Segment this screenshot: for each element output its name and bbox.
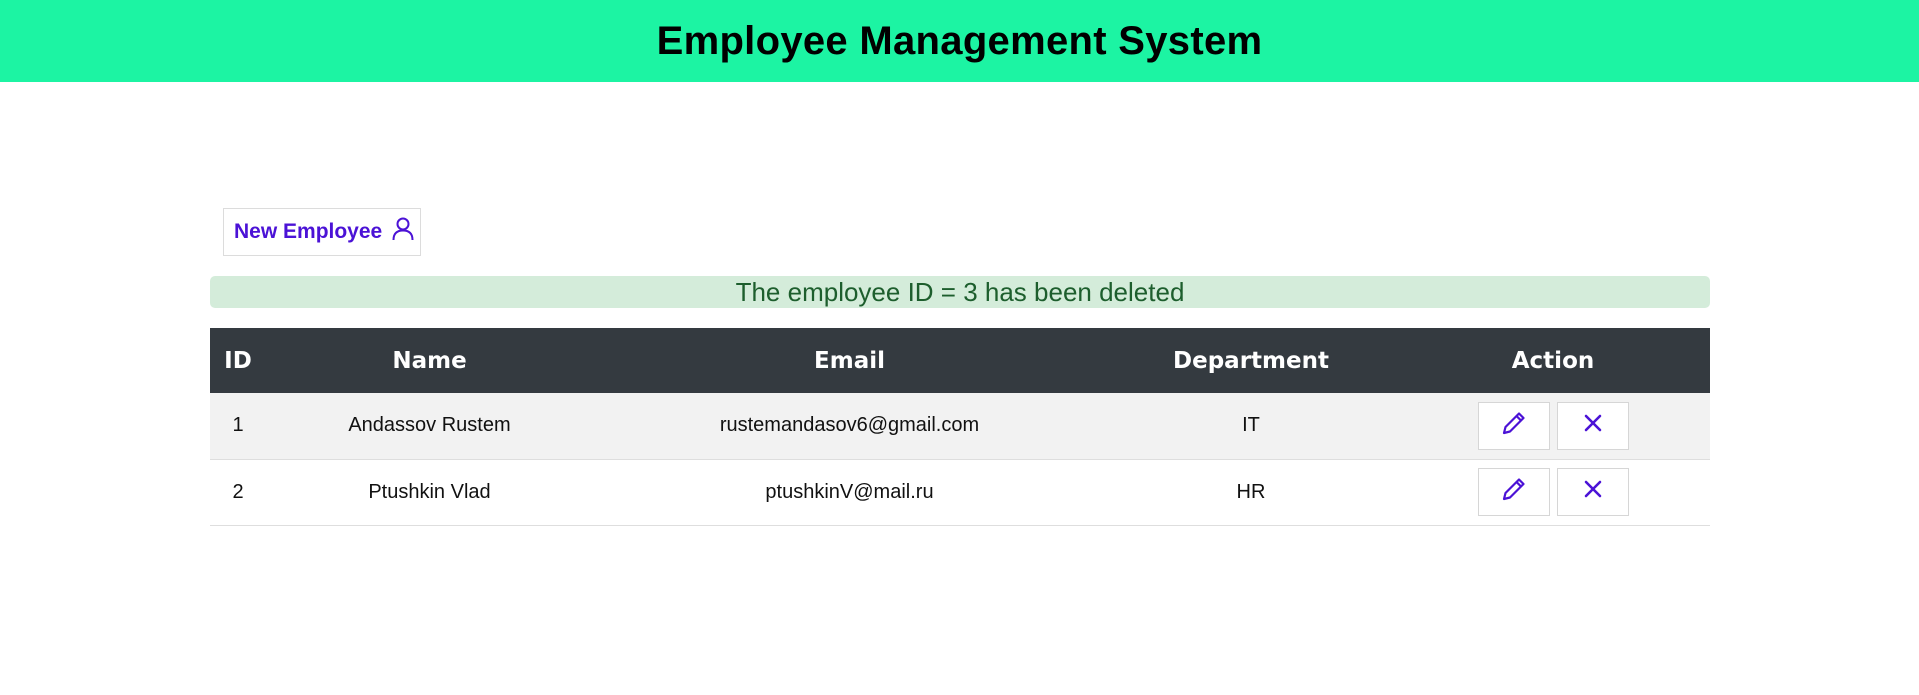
user-icon [392,217,414,241]
cell-department: HR [1106,459,1396,526]
column-header-name: Name [392,347,467,374]
cell-email: ptushkinV@mail.ru [593,459,1106,526]
cell-department: IT [1106,393,1396,460]
table-row: 2 Ptushkin Vlad ptushkinV@mail.ru HR [210,459,1710,526]
deleted-alert: The employee ID = 3 has been deleted [210,276,1710,308]
x-icon [1583,479,1603,505]
new-employee-button[interactable]: New Employee [223,208,421,256]
table-row: 1 Andassov Rustem rustemandasov6@gmail.c… [210,393,1710,460]
column-header-department: Department [1173,347,1329,374]
cell-actions [1396,393,1710,460]
new-employee-label: New Employee [234,220,383,243]
cell-actions [1396,459,1710,526]
column-header-email: Email [814,347,885,374]
edit-button[interactable] [1477,468,1550,516]
edit-button[interactable] [1477,401,1550,450]
cell-id: 2 [210,459,266,526]
column-header-action: Action [1511,347,1595,374]
pencil-icon [1500,475,1528,509]
alert-message: The employee ID = 3 has been deleted [735,276,1185,307]
employee-table: ID Name Email Department Action 1 Andass… [210,328,1710,526]
x-icon [1583,413,1603,439]
pencil-icon [1500,409,1528,443]
cell-email: rustemandasov6@gmail.com [593,393,1106,460]
cell-name: Andassov Rustem [266,393,593,460]
table-header: ID Name Email Department Action [210,328,1710,393]
delete-button[interactable] [1556,468,1629,516]
cell-id: 1 [210,393,266,460]
column-header-id: ID [224,347,252,374]
delete-button[interactable] [1556,401,1629,450]
app-header: Employee Management System [0,0,1919,82]
cell-name: Ptushkin Vlad [266,459,593,526]
page-title: Employee Management System [656,18,1263,63]
